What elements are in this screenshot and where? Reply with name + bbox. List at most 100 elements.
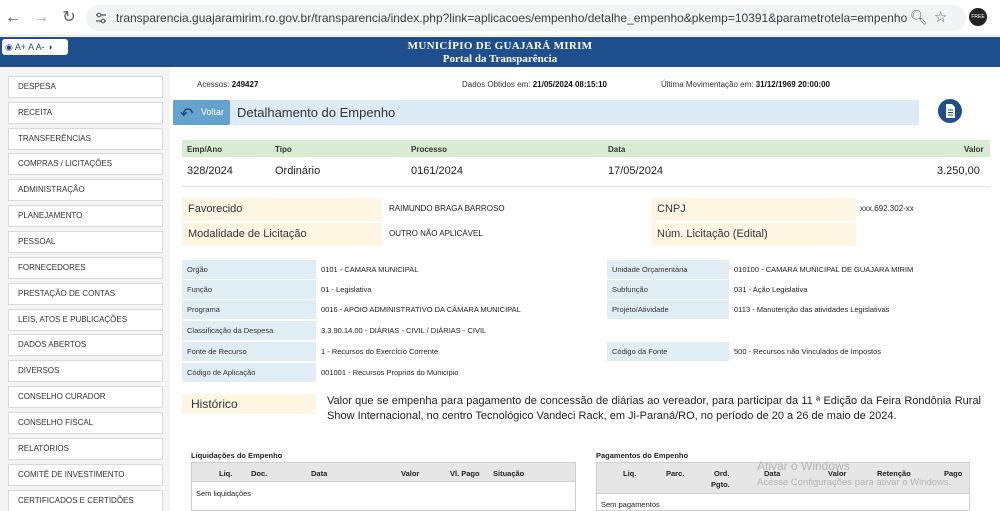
- sidebar-item-receita[interactable]: RECEITA: [8, 102, 163, 124]
- header-emp-ano: Emp/Ano: [187, 145, 223, 154]
- liquidacoes-empty: Sem liquidações: [196, 489, 252, 498]
- windows-activation-text: Acesse Configurações para ativar o Windo…: [757, 477, 952, 488]
- access-count-label: Acessos:: [197, 80, 230, 89]
- back-button-label: Voltar: [201, 107, 225, 117]
- reload-icon[interactable]: ↻: [58, 7, 80, 29]
- accessibility-icon[interactable]: ◉: [5, 42, 13, 52]
- liq-col-data: Data: [311, 469, 328, 478]
- cnpj-label: CNPJ: [651, 198, 856, 221]
- profile-avatar[interactable]: FREE PROTECTION: [969, 8, 987, 26]
- num-licitacao-label: Núm. Licitação (Edital): [651, 223, 856, 246]
- sidebar-item-despesa[interactable]: DESPESA: [8, 76, 163, 98]
- sidebar-menu: DESPESA RECEITA TRANSFERÊNCIAS COMPRAS /…: [0, 67, 170, 511]
- sidebar-item-compras[interactable]: COMPRAS / LICITAÇÕES: [8, 153, 163, 175]
- header-processo: Processo: [411, 145, 448, 154]
- historico-text: Valor que se empenha para pagamento de c…: [327, 395, 981, 422]
- sidebar-item-prestacao-contas[interactable]: PRESTAÇÃO DE CONTAS: [8, 283, 163, 305]
- programa-value: 0016 - APOIO ADMINISTRATIVO DA CÂMARA MU…: [321, 305, 521, 314]
- municipality-title: MUNICÍPIO DE GUAJARÁ MIRIM: [407, 40, 593, 52]
- pag-col-ord: Ord.: [714, 469, 730, 478]
- windows-activation-title: Ativar o Windows: [757, 459, 850, 473]
- font-size-controls[interactable]: A+ A A-: [15, 42, 45, 52]
- value-data: 17/05/2024: [608, 165, 664, 177]
- back-button[interactable]: ↶ Voltar: [173, 100, 230, 125]
- subfuncao-value: 031 - Ação Legislativa: [734, 285, 808, 294]
- liquidacoes-title: Liquidações do Empenho: [191, 451, 283, 460]
- modalidade-value: OUTRO NÃO APLICÁVEL: [389, 229, 483, 238]
- value-valor: 3.250,00: [937, 165, 980, 177]
- liquidacoes-body: Sem liquidações: [191, 482, 576, 511]
- fonte-recurso-value: 1 - Recursos do Exercício Corrente: [321, 347, 439, 356]
- favorecido-label: Favorecido: [182, 198, 382, 221]
- last-movement: Última Movimentação em: 31/12/1969 20:00…: [661, 80, 830, 89]
- undo-arrow-icon: ↶: [180, 106, 194, 123]
- sidebar-item-certificados[interactable]: CERTIFICADOS E CERTIDÕES: [8, 490, 163, 511]
- historico-label: Histórico: [182, 394, 316, 414]
- summary-header-row: [182, 140, 990, 157]
- forward-arrow-icon[interactable]: →: [30, 7, 52, 29]
- liquidacoes-header-row: Liq. Doc. Data Valor Vl. Pago Situação: [191, 462, 576, 482]
- url-text[interactable]: transparencia.guajaramirim.ro.gov.br/tra…: [116, 11, 907, 25]
- liq-col-situacao: Situação: [493, 469, 525, 478]
- data-obtained-label: Dados Obtidos em:: [462, 80, 531, 89]
- last-movement-value: 31/12/1969 20:00:00: [755, 80, 831, 89]
- value-emp-ano: 328/2024: [187, 165, 233, 177]
- funcao-label: Função: [182, 280, 316, 299]
- sidebar-item-conselho-fiscal[interactable]: CONSELHO FISCAL: [8, 412, 163, 434]
- sidebar-item-relatorios[interactable]: RELATÓRIOS: [8, 438, 163, 460]
- pag-col-liq: Liq.: [623, 469, 637, 478]
- sidebar-item-comite-investimento[interactable]: COMITÊ DE INVESTIMENTO: [8, 464, 163, 486]
- sidebar-item-conselho-curador[interactable]: CONSELHO CURADOR: [8, 386, 163, 408]
- sidebar-item-pessoal[interactable]: PESSOAL: [8, 231, 163, 253]
- sidebar-item-fornecedores[interactable]: FORNECEDORES: [8, 257, 163, 279]
- orgao-label: Orgão: [182, 260, 316, 279]
- access-count-value: 249427: [231, 80, 259, 89]
- subfuncao-label: Subfunção: [607, 280, 729, 299]
- back-arrow-icon[interactable]: ←: [2, 7, 24, 29]
- liq-col-valor: Valor: [401, 469, 420, 478]
- page-title: Detalhamento do Empenho: [237, 105, 396, 120]
- sidebar-item-diversos[interactable]: DIVERSOS: [8, 360, 163, 382]
- zoom-icon[interactable]: 🔍︎: [910, 9, 928, 26]
- sidebar-item-administracao[interactable]: ADMINISTRAÇÃO: [8, 179, 163, 201]
- pagamentos-body: Sem pagamentos: [596, 494, 970, 511]
- sidebar-item-planejamento[interactable]: PLANEJAMENTO: [8, 205, 163, 227]
- summary-divider: [182, 186, 990, 187]
- funcao-value: 01 - Legislativa: [321, 285, 372, 294]
- address-bar[interactable]: transparencia.guajaramirim.ro.gov.br/tra…: [86, 5, 966, 31]
- projeto-value: 0113 - Manutenção das atividades Legisla…: [734, 305, 890, 314]
- orgao-value: 0101 - CAMARA MUNICIPAL: [321, 265, 419, 274]
- value-processo: 0161/2024: [411, 165, 463, 177]
- liq-col-liq: Liq.: [219, 469, 233, 478]
- classificacao-value: 3.3.90.14.00 - DIÁRIAS - CIVIL / DIÁRIAS…: [321, 326, 487, 335]
- site-settings-icon[interactable]: [94, 11, 108, 25]
- unidade-value: 010100 - CAMARA MUNICIPAL DE GUAJARA MIR…: [734, 265, 914, 274]
- unidade-label: Unidade Orçamentária: [607, 260, 729, 279]
- codigo-aplicacao-label: Código de Aplicação: [182, 363, 316, 382]
- access-count: Acessos: 249427: [197, 80, 258, 89]
- codigo-aplicacao-value: 001001 - Recursos Proprios do Municipio: [321, 368, 459, 377]
- bookmark-star-icon[interactable]: ☆: [934, 8, 947, 26]
- codigo-fonte-label: Código da Fonte: [607, 342, 729, 361]
- sidebar-item-dados-abertos[interactable]: DADOS ABERTOS: [8, 334, 163, 356]
- pagamentos-empty: Sem pagamentos: [601, 500, 660, 509]
- modalidade-label: Modalidade de Licitação: [182, 223, 382, 246]
- accessibility-controls[interactable]: ◉ A+ A A- ◑: [2, 39, 68, 55]
- contrast-icon[interactable]: ◑: [47, 42, 52, 52]
- browser-toolbar: ← → ↻ transparencia.guajaramirim.ro.gov.…: [0, 0, 1000, 36]
- pag-col-pgto: Pgto.: [711, 480, 730, 489]
- projeto-label: Projeto/Atividade: [607, 300, 729, 319]
- data-obtained-value: 21/05/2024 08:15:10: [532, 80, 608, 89]
- favorecido-value: RAIMUNDO BRAGA BARROSO: [389, 204, 505, 213]
- codigo-fonte-value: 500 - Recursos não Vinculados de Imposto…: [734, 347, 882, 356]
- header-valor: Valor: [964, 145, 984, 154]
- value-tipo: Ordinário: [275, 165, 321, 177]
- liq-col-doc: Doc.: [251, 469, 268, 478]
- sidebar-item-transferencias[interactable]: TRANSFERÊNCIAS: [8, 128, 163, 150]
- pagamentos-title: Pagamentos do Empenho: [596, 451, 689, 460]
- cnpj-value: xxx.692.302-xx: [860, 204, 914, 213]
- sidebar-item-leis-atos[interactable]: LEIS, ATOS E PUBLICAÇÕES: [8, 309, 163, 331]
- data-obtained: Dados Obtidos em: 21/05/2024 08:15:10: [462, 80, 607, 89]
- document-icon[interactable]: [938, 99, 962, 123]
- programa-label: Programa: [182, 300, 316, 319]
